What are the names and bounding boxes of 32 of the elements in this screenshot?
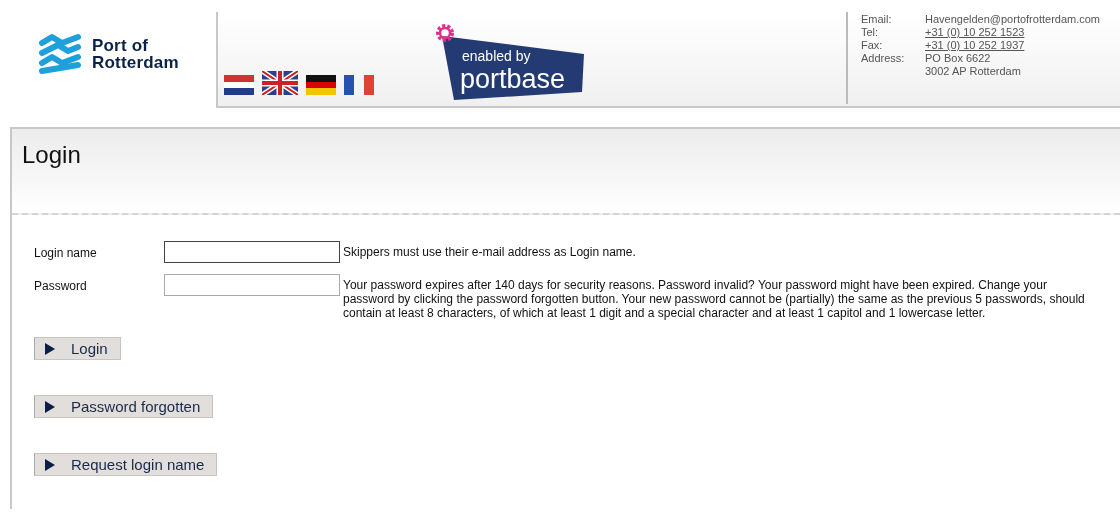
wave-logo-icon [38,33,82,75]
contact-label: Tel: [861,26,880,39]
french-flag-icon[interactable] [344,75,374,95]
gear-icon [434,22,456,44]
field-label: Password [34,278,88,293]
field-hint: Your password expires after 140 days for security reasons. Password invalid? Your password might have been expired. Change your password by clicking the password forgotten button. Your new password cannot be (partially) the same as the previous 5 passwords, should contain at least 8 characters, of which at least 1 digit and a special character and at least 1 capitol and 1 lowercase letter. [343,277,1085,320]
contact-label: Fax: [861,39,884,52]
action-button[interactable]: Request login name [34,453,218,476]
contact-value: Havengelden@portofrotterdam.com [925,13,1102,26]
badge-brand: portbase [460,64,566,95]
contact-value: PO Box 6622 [925,52,992,65]
brand-name: Rotterdam [92,54,179,71]
brand-name: Port of [92,37,150,54]
play-icon [45,400,55,413]
page-title: Login [22,141,82,169]
dutch-flag-icon[interactable] [224,75,254,95]
play-icon [45,458,55,471]
action-button[interactable]: Password forgotten [34,395,214,418]
input-field[interactable] [164,241,340,263]
german-flag-icon[interactable] [306,75,336,95]
badge-caption: enabled by [462,48,531,64]
british-flag-icon[interactable] [262,71,298,95]
password-field[interactable] [164,274,340,296]
contact-label: Address: [861,52,906,65]
field-label: Login name [34,245,98,260]
phone-link[interactable]: +31 (0) 10 252 1523 [925,26,1120,39]
contact-label: Email: [861,13,893,26]
contact-value: 3002 AP Rotterdam [925,65,1022,78]
field-hint: Skippers must use their e-mail address as Login name. [343,244,637,259]
phone-link[interactable]: +31 (0) 10 252 1937 [925,39,1120,52]
action-button[interactable]: Login [34,337,121,360]
play-icon [45,342,55,355]
